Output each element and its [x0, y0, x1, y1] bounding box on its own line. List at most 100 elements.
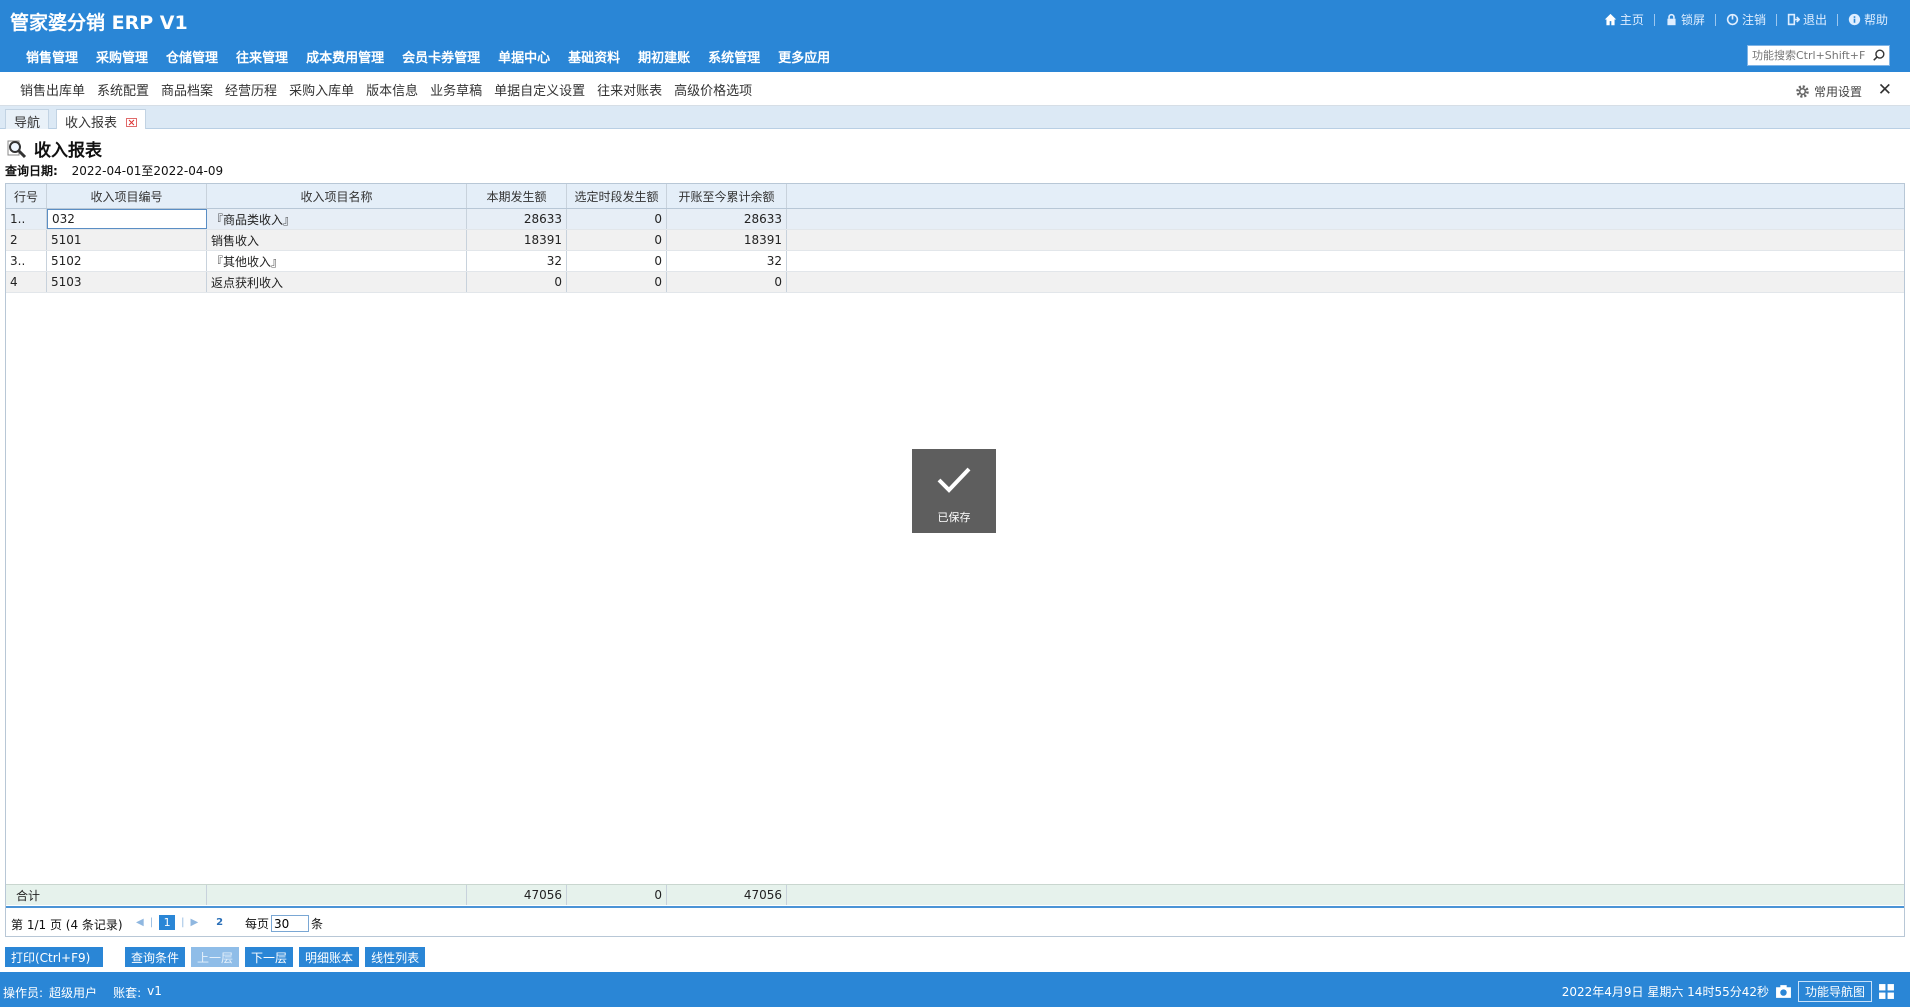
detail-ledger-button[interactable]: 明细账本	[299, 947, 360, 967]
app-title: 管家婆分销 ERP V1	[10, 12, 188, 34]
shortcut-drafts[interactable]: 业务草稿	[424, 80, 488, 99]
tab-navigation[interactable]: 导航	[5, 109, 50, 131]
per-page-input[interactable]	[271, 915, 310, 932]
page-number-link[interactable]: 2	[216, 917, 223, 928]
name-cell: 『其他收入』	[207, 251, 467, 271]
col-header-cumulative[interactable]: 开账至今累计余额	[667, 184, 787, 208]
menu-item-member[interactable]: 会员卡券管理	[393, 47, 489, 66]
cumulative-cell: 32	[667, 251, 787, 271]
shortcut-business-history[interactable]: 经营历程	[219, 80, 283, 99]
exit-link[interactable]: 退出	[1777, 11, 1837, 28]
close-icon[interactable]: ✕	[1878, 80, 1892, 100]
col-header-current[interactable]: 本期发生额	[467, 184, 567, 208]
period-cell: 0	[567, 272, 667, 292]
shortcut-bar: 销售出库单 系统配置 商品档案 经营历程 采购入库单 版本信息 业务草稿 单据自…	[0, 72, 1910, 106]
exit-label: 退出	[1802, 13, 1827, 27]
shortcut-product-archive[interactable]: 商品档案	[155, 80, 219, 99]
shortcut-system-config[interactable]: 系统配置	[91, 80, 155, 99]
shortcut-version-info[interactable]: 版本信息	[360, 80, 424, 99]
table-row[interactable]: 4 5103 返点获利收入 0 0 0	[6, 272, 1904, 293]
saved-toast-label: 已保存	[937, 511, 971, 524]
home-link[interactable]: 主页	[1594, 11, 1654, 28]
shortcut-list: 销售出库单 系统配置 商品档案 经营历程 采购入库单 版本信息 业务草稿 单据自…	[14, 80, 758, 99]
menu-item-sales[interactable]: 销售管理	[17, 47, 87, 66]
common-settings-button[interactable]: 常用设置	[1795, 83, 1862, 100]
saved-toast: 已保存	[912, 449, 996, 533]
current-page-button[interactable]: 1	[159, 915, 176, 930]
exit-icon	[1787, 13, 1800, 26]
logout-link[interactable]: 注销	[1716, 11, 1776, 28]
next-page-icon[interactable]: ▶	[190, 917, 198, 928]
help-label: 帮助	[1863, 13, 1888, 27]
table-row[interactable]: 1.. 032 『商品类收入』 28633 0 28633	[6, 209, 1904, 230]
table-row[interactable]: 3.. 5102 『其他收入』 32 0 32	[6, 251, 1904, 272]
query-date: 查询日期: 2022-04-01至2022-04-09	[5, 162, 223, 179]
shortcut-purchase-inbound[interactable]: 采购入库单	[283, 80, 360, 99]
tab-close-icon[interactable]	[126, 118, 138, 127]
query-date-value: 2022-04-01至2022-04-09	[71, 164, 224, 178]
period-cell: 0	[567, 209, 667, 229]
grid-header-row: 行号 收入项目编号 收入项目名称 本期发生额 选定时段发生额 开账至今累计余额	[6, 184, 1904, 209]
menu-item-more[interactable]: 更多应用	[769, 47, 839, 66]
first-page-icon[interactable]: ◀	[136, 917, 144, 928]
lock-icon	[1667, 13, 1676, 26]
pager: 第 1/1 页 (4 条记录) ◀ | 1 | ▶ 2 每页 条	[6, 906, 1904, 936]
menu-item-opening[interactable]: 期初建账	[629, 47, 699, 66]
query-date-label: 查询日期:	[5, 164, 58, 178]
grid-menu-icon[interactable]	[1878, 983, 1895, 1000]
linear-list-button[interactable]: 线性列表	[365, 947, 426, 967]
app-root: 管家婆分销 ERP V1 主页 锁屏 注销 退出 帮助 销售管理 采购管理 仓储…	[0, 0, 1910, 1007]
menu-item-purchase[interactable]: 采购管理	[87, 47, 157, 66]
menu-item-warehouse[interactable]: 仓储管理	[157, 47, 227, 66]
col-header-code[interactable]: 收入项目编号	[47, 184, 207, 208]
camera-icon[interactable]	[1775, 983, 1792, 1000]
per-page-unit: 条	[311, 917, 324, 931]
up-level-button[interactable]: 上一层	[191, 947, 240, 967]
menu-item-documents[interactable]: 单据中心	[489, 47, 559, 66]
page-divider: |	[149, 917, 154, 928]
help-link[interactable]: 帮助	[1838, 11, 1898, 28]
total-row: 合计 47056 0 47056	[6, 884, 1904, 905]
common-settings-label: 常用设置	[1813, 85, 1862, 99]
col-header-row-no[interactable]: 行号	[6, 184, 47, 208]
income-report-grid: 行号 收入项目编号 收入项目名称 本期发生额 选定时段发生额 开账至今累计余额 …	[5, 183, 1905, 937]
name-cell: 销售收入	[207, 230, 467, 250]
function-search-input[interactable]	[1748, 46, 1866, 65]
main-menu: 销售管理 采购管理 仓储管理 往来管理 成本费用管理 会员卡券管理 单据中心 基…	[17, 47, 839, 66]
shortcut-reconciliation[interactable]: 往来对账表	[591, 80, 668, 99]
print-button[interactable]: 打印(Ctrl+F9)	[5, 947, 103, 967]
status-right: 2022年4月9日 星期六 14时55分42秒 功能导航图	[1562, 981, 1895, 1002]
shortcut-doc-custom[interactable]: 单据自定义设置	[488, 80, 591, 99]
page-divider: |	[181, 917, 185, 928]
row-no: 2	[6, 230, 47, 250]
menu-item-basic-data[interactable]: 基础资料	[559, 47, 629, 66]
cumulative-cell: 0	[667, 272, 787, 292]
query-conditions-button[interactable]: 查询条件	[125, 947, 186, 967]
menu-item-accounts[interactable]: 往来管理	[227, 47, 297, 66]
menu-item-system[interactable]: 系统管理	[699, 47, 769, 66]
cumulative-cell: 18391	[667, 230, 787, 250]
row-no: 4	[6, 272, 47, 292]
page-info: 第 1/1 页 (4 条记录)	[11, 918, 123, 932]
per-page-label: 每页	[245, 917, 270, 931]
lock-screen-link[interactable]: 锁屏	[1655, 11, 1715, 28]
page-controls: ◀ | 1 | ▶ 2	[136, 915, 223, 930]
search-icon[interactable]	[1872, 48, 1886, 62]
shortcut-sales-outbound[interactable]: 销售出库单	[14, 80, 91, 99]
account-label: 账套:	[113, 986, 142, 1000]
menu-item-cost[interactable]: 成本费用管理	[297, 47, 393, 66]
logout-circle-icon	[1726, 13, 1739, 26]
tab-bar: 导航 收入报表	[0, 106, 1910, 131]
report-title-text: 收入报表	[34, 141, 102, 161]
shortcut-price-options[interactable]: 高级价格选项	[668, 80, 758, 99]
period-cell: 0	[567, 230, 667, 250]
function-search	[1747, 45, 1890, 66]
tab-income-report[interactable]: 收入报表	[56, 109, 147, 131]
function-nav-button[interactable]: 功能导航图	[1797, 981, 1872, 1002]
current-cell: 28633	[467, 209, 567, 229]
code-cell[interactable]: 032	[47, 209, 207, 229]
col-header-period[interactable]: 选定时段发生额	[567, 184, 667, 208]
down-level-button[interactable]: 下一层	[245, 947, 294, 967]
col-header-name[interactable]: 收入项目名称	[207, 184, 467, 208]
table-row[interactable]: 2 5101 销售收入 18391 0 18391	[6, 230, 1904, 251]
